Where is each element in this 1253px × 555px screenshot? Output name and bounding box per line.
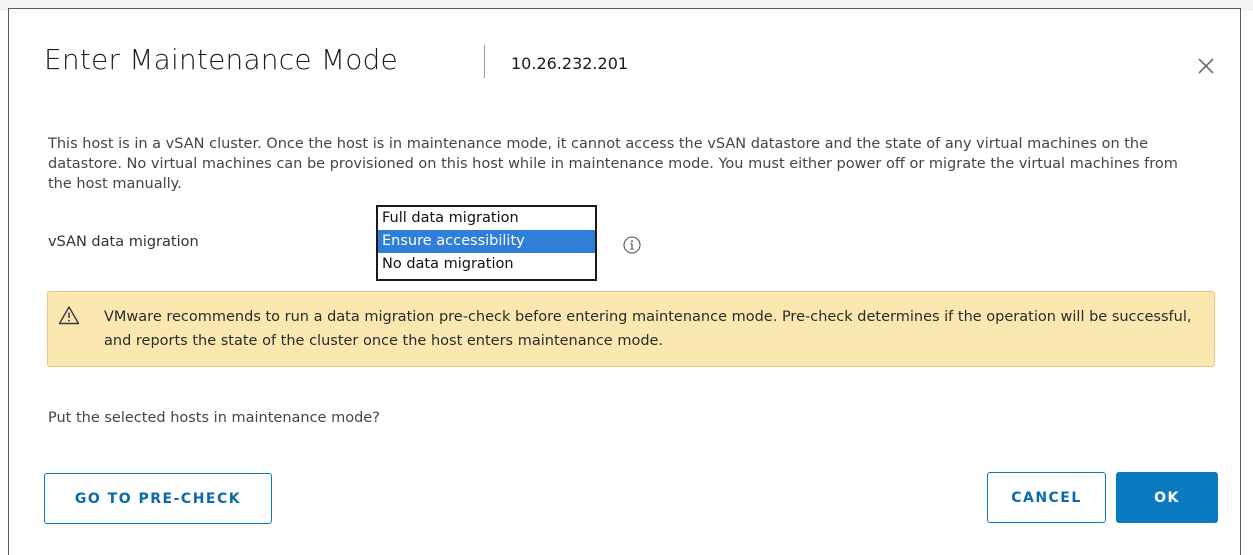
cancel-button[interactable]: CANCEL bbox=[987, 472, 1106, 523]
close-icon[interactable] bbox=[1194, 54, 1218, 78]
dialog-description: This host is in a vSAN cluster. Once the… bbox=[48, 136, 1178, 192]
option-ensure-accessibility[interactable]: Ensure accessibility bbox=[378, 230, 595, 253]
dialog-title: Enter Maintenance Mode bbox=[44, 43, 398, 76]
ok-button[interactable]: OK bbox=[1116, 472, 1218, 523]
title-separator bbox=[484, 45, 485, 78]
option-full-data-migration[interactable]: Full data migration bbox=[378, 207, 595, 230]
migration-select[interactable]: Full data migration Ensure accessibility… bbox=[376, 205, 597, 281]
confirm-question: Put the selected hosts in maintenance mo… bbox=[48, 410, 380, 426]
warning-icon bbox=[58, 305, 80, 325]
alert-text: VMware recommends to run a data migratio… bbox=[104, 309, 1192, 349]
host-address: 10.26.232.201 bbox=[511, 54, 629, 73]
info-icon[interactable] bbox=[623, 236, 641, 254]
go-to-precheck-button[interactable]: GO TO PRE-CHECK bbox=[44, 473, 272, 524]
precheck-alert: VMware recommends to run a data migratio… bbox=[47, 291, 1215, 367]
migration-label: vSAN data migration bbox=[48, 234, 199, 250]
option-no-data-migration[interactable]: No data migration bbox=[378, 253, 595, 276]
